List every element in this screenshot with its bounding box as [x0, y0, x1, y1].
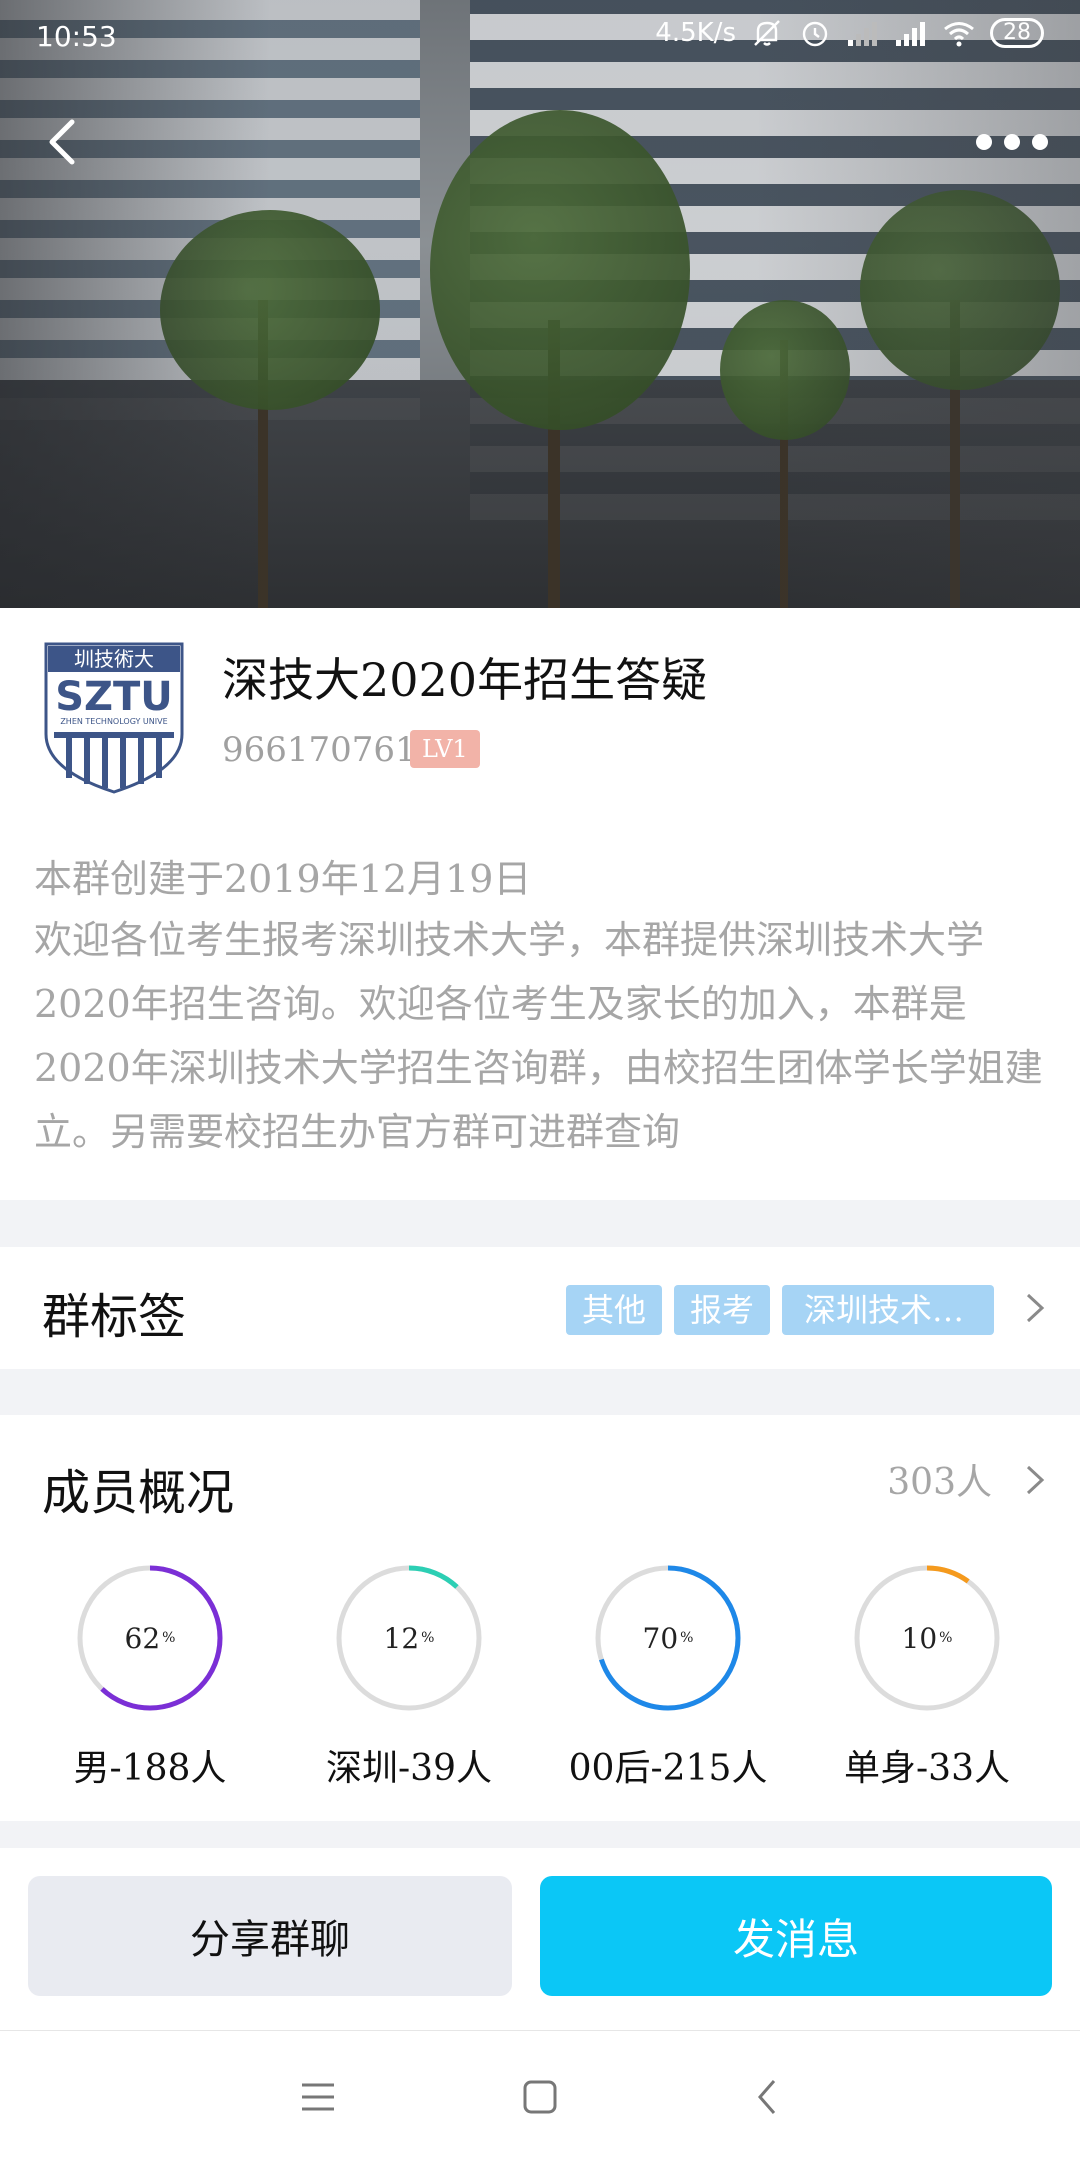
level-badge: LV1 — [410, 730, 480, 768]
group-info: 圳技術大 SZTU ZHEN TECHNOLOGY UNIVE 深技大2020年… — [0, 608, 1080, 1200]
photo-shade — [0, 0, 1080, 608]
tag-item: 其他 — [565, 1285, 662, 1335]
status-bar: 10:53 4.5K/s 28 — [0, 0, 1080, 76]
stat-label: 男-188人 — [73, 1748, 227, 1789]
stat-label: 深圳-39人 — [326, 1748, 492, 1789]
ring-percent: 62% — [73, 1561, 227, 1715]
stat-ring: 62% — [73, 1561, 227, 1715]
members-count[interactable]: 303人 — [887, 1453, 992, 1505]
action-bar: 分享群聊 发消息 — [0, 1848, 1080, 2028]
system-navbar — [0, 2030, 1080, 2160]
stat-ring: 70% — [591, 1561, 745, 1715]
status-time: 10:53 — [36, 20, 117, 53]
members-overview: 成员概况 303人 62% 男-188人 12% 深圳-39人 70% 00后-… — [0, 1415, 1080, 1821]
stat-post00: 70% 00后-215人 — [558, 1561, 778, 1791]
stat-shenzhen: 12% 深圳-39人 — [299, 1561, 519, 1791]
avatar-sub-text: ZHEN TECHNOLOGY UNIVE — [60, 717, 167, 726]
home-square-icon[interactable] — [520, 2077, 560, 2117]
ring-percent-value: 62 — [124, 1621, 161, 1655]
ring-percent-unit: % — [162, 1630, 176, 1646]
stat-single: 10% 单身-33人 — [817, 1561, 1037, 1791]
chevron-right-icon — [1026, 1293, 1045, 1323]
ring-percent-unit: % — [939, 1630, 953, 1646]
group-description: 欢迎各位考生报考深圳技术大学，本群提供深圳技术大学2020年招生咨询。欢迎各位考… — [34, 918, 1043, 1154]
ring-percent-unit: % — [421, 1630, 435, 1646]
battery-icon: 28 — [990, 18, 1044, 48]
tags-title: 群标签 — [42, 1289, 187, 1345]
ring-percent-unit: % — [680, 1630, 694, 1646]
back-button[interactable] — [36, 112, 92, 172]
chevron-right-icon[interactable] — [1024, 1463, 1046, 1497]
ring-percent-value: 70 — [642, 1621, 679, 1655]
stat-label: 00后-215人 — [568, 1748, 768, 1789]
tag-item: 报考 — [673, 1285, 770, 1335]
stat-male: 62% 男-188人 — [40, 1561, 260, 1791]
ring-percent: 12% — [332, 1561, 486, 1715]
net-speed: 4.5K/s — [655, 18, 736, 48]
created-date: 本群创建于2019年12月19日 — [34, 857, 532, 901]
group-name: 深技大2020年招生答疑 — [222, 653, 708, 707]
group-avatar[interactable]: 圳技術大 SZTU ZHEN TECHNOLOGY UNIVE — [40, 638, 188, 796]
stat-ring: 10% — [850, 1561, 1004, 1715]
members-title: 成员概况 — [42, 1465, 235, 1521]
more-button[interactable] — [976, 118, 1048, 166]
alarm-icon — [802, 21, 828, 47]
stat-label: 单身-33人 — [844, 1748, 1010, 1789]
section-divider — [0, 1200, 1080, 1247]
cover-photo — [0, 0, 1080, 608]
group-tags-row[interactable]: 群标签 其他 报考 深圳技术… — [0, 1247, 1080, 1369]
signal-icon — [848, 22, 877, 46]
ring-percent-value: 12 — [383, 1621, 420, 1655]
share-group-button[interactable]: 分享群聊 — [28, 1876, 512, 1996]
tags-list: 其他 报考 深圳技术… — [565, 1285, 994, 1335]
ring-percent: 10% — [850, 1561, 1004, 1715]
status-icons: 4.5K/s 28 — [655, 18, 1044, 48]
ring-percent: 70% — [591, 1561, 745, 1715]
avatar-text: SZTU — [55, 674, 173, 720]
hd-signal-icon — [896, 22, 925, 46]
section-divider — [0, 1369, 1080, 1415]
more-dots-icon — [976, 134, 992, 150]
avatar-top-text: 圳技術大 — [74, 647, 154, 671]
back-triangle-icon[interactable] — [748, 2077, 788, 2117]
stat-ring: 12% — [332, 1561, 486, 1715]
mute-bell-icon — [754, 20, 780, 46]
menu-icon[interactable] — [298, 2077, 338, 2117]
section-divider — [0, 1821, 1080, 1848]
tag-item: 深圳技术… — [782, 1285, 994, 1335]
group-id: 966170761 — [222, 730, 417, 770]
send-message-button[interactable]: 发消息 — [540, 1876, 1052, 1996]
ring-percent-value: 10 — [901, 1621, 938, 1655]
wifi-icon — [944, 22, 974, 47]
